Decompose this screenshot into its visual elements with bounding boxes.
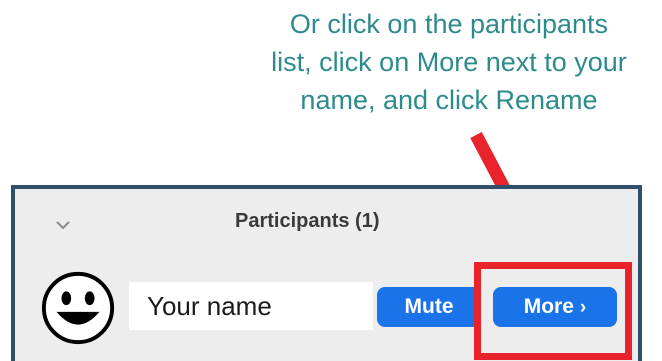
participant-name-field: Your name xyxy=(129,282,373,330)
instruction-line: list, click on More next to your xyxy=(271,47,627,77)
mute-button[interactable]: Mute xyxy=(377,287,481,327)
participants-header: Participants (1) xyxy=(15,189,638,263)
instruction-line: Or click on the participants xyxy=(289,9,609,39)
instruction-text: Or click on the participants list, click… xyxy=(236,5,662,119)
chevron-down-icon[interactable] xyxy=(53,215,73,235)
more-button-highlight xyxy=(474,262,632,360)
participant-name: Your name xyxy=(147,291,272,321)
participants-title: Participants (1) xyxy=(235,210,380,232)
smiley-face-icon xyxy=(41,271,115,345)
instruction-line: name, and click Rename xyxy=(300,85,598,115)
mute-button-label: Mute xyxy=(404,295,454,318)
